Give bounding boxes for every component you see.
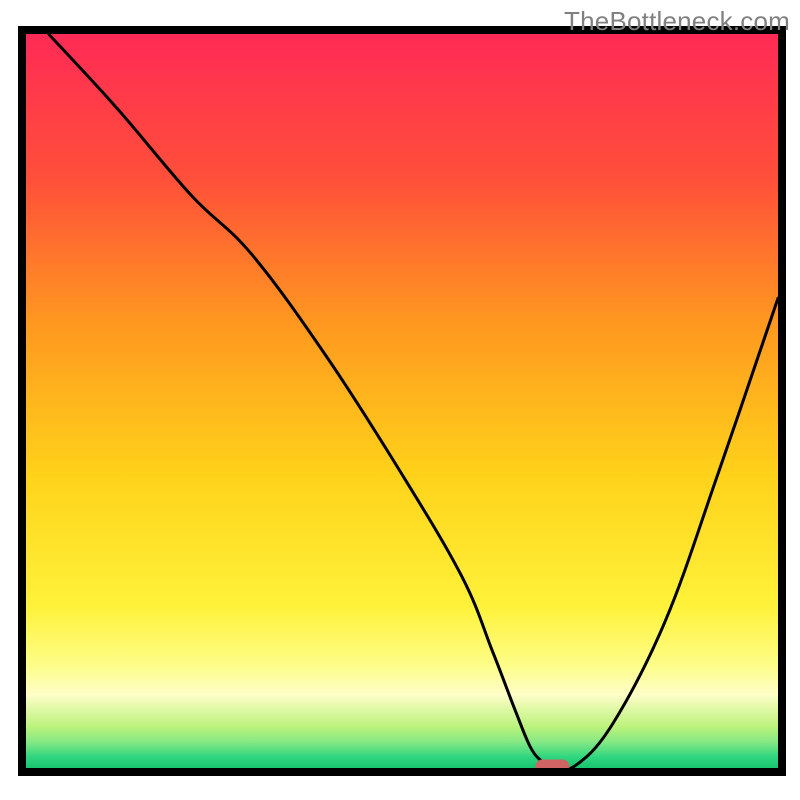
chart-svg <box>0 0 800 800</box>
gradient-background <box>26 34 778 768</box>
watermark-text: TheBottleneck.com <box>564 6 790 37</box>
plot-area <box>26 34 778 768</box>
chart-stage: TheBottleneck.com <box>0 0 800 800</box>
